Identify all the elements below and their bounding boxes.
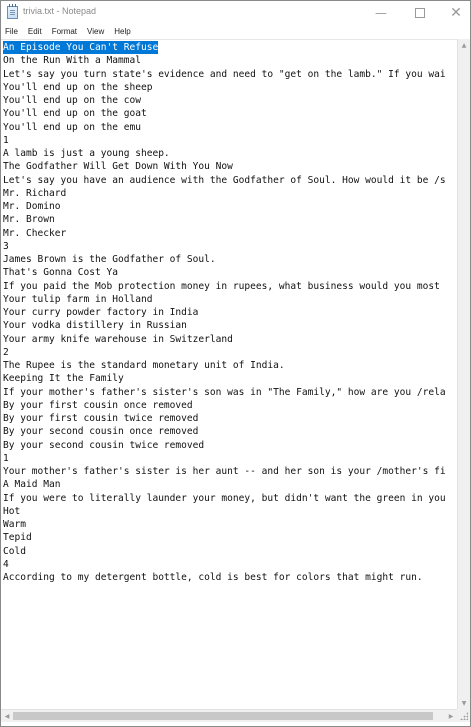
resize-grip-icon[interactable] — [460, 712, 468, 720]
text-line[interactable]: Let's say you turn state's evidence and … — [3, 68, 446, 81]
text-line[interactable]: Tepid — [3, 531, 32, 544]
text-line[interactable]: A lamb is just a young sheep. — [3, 147, 170, 160]
text-editor-area[interactable]: An Episode You Can't Refuse On the Run Wi… — [1, 39, 457, 710]
horizontal-scroll-thumb[interactable] — [13, 712, 433, 720]
text-line[interactable]: Mr. Domino — [3, 200, 60, 213]
text-line[interactable]: 4 — [3, 558, 9, 571]
text-line[interactable]: Your army knife warehouse in Switzerland — [3, 333, 233, 346]
text-line[interactable]: Keeping It the Family — [3, 372, 124, 385]
text-line[interactable]: You'll end up on the goat — [3, 107, 147, 120]
notepad-window: trivia.txt - Notepad — ✕ File Edit Forma… — [0, 0, 471, 727]
text-line[interactable]: By your second cousin twice removed — [3, 439, 204, 452]
notepad-icon[interactable] — [7, 4, 18, 19]
text-line[interactable]: If you were to literally launder your mo… — [3, 492, 446, 505]
close-button[interactable]: ✕ — [438, 1, 471, 25]
text-line[interactable]: You'll end up on the sheep — [3, 81, 152, 94]
text-line[interactable]: Cold — [3, 545, 26, 558]
text-line[interactable]: The Rupee is the standard monetary unit … — [3, 359, 285, 372]
text-line[interactable]: 1 — [3, 452, 9, 465]
menu-file[interactable]: File — [1, 25, 23, 39]
text-line[interactable]: James Brown is the Godfather of Soul. — [3, 253, 216, 266]
text-line[interactable]: According to my detergent bottle, cold i… — [3, 571, 423, 584]
text-line[interactable]: Mr. Checker — [3, 227, 66, 240]
text-line[interactable]: By your second cousin once removed — [3, 425, 198, 438]
text-line[interactable]: You'll end up on the cow — [3, 94, 141, 107]
text-line[interactable]: Your tulip farm in Holland — [3, 293, 152, 306]
text-line[interactable]: 2 — [3, 346, 9, 359]
menu-view[interactable]: View — [82, 25, 109, 39]
maximize-icon — [415, 8, 425, 18]
minimize-icon: — — [375, 6, 387, 20]
text-line[interactable]: A Maid Man — [3, 478, 60, 491]
menu-format[interactable]: Format — [47, 25, 82, 39]
close-icon: ✕ — [450, 5, 462, 21]
text-line[interactable]: Hot — [3, 505, 20, 518]
menu-bar: File Edit Format View Help — [1, 25, 470, 39]
minimize-button[interactable]: — — [363, 1, 399, 25]
scroll-down-arrow-icon[interactable]: ▼ — [458, 697, 470, 709]
scroll-left-arrow-icon[interactable]: ◀ — [1, 710, 13, 722]
text-line[interactable]: Let's say you have an audience with the … — [3, 174, 446, 187]
text-line[interactable]: That's Gonna Cost Ya — [3, 266, 118, 279]
text-line[interactable]: Mr. Brown — [3, 213, 55, 226]
selected-text-line[interactable]: An Episode You Can't Refuse — [3, 41, 159, 54]
text-line[interactable]: If you paid the Mob protection money in … — [3, 280, 440, 293]
horizontal-scrollbar[interactable]: ◀ ▶ — [1, 709, 457, 722]
text-line[interactable]: 3 — [3, 240, 9, 253]
scrollbar-corner — [457, 709, 470, 722]
text-line[interactable]: Your curry powder factory in India — [3, 306, 198, 319]
text-line[interactable]: On the Run With a Mammal — [3, 54, 141, 67]
text-line[interactable]: 1 — [3, 134, 9, 147]
text-line[interactable]: By your first cousin twice removed — [3, 412, 198, 425]
menu-help[interactable]: Help — [109, 25, 135, 39]
menu-edit[interactable]: Edit — [23, 25, 47, 39]
text-line[interactable]: The Godfather Will Get Down With You Now — [3, 160, 233, 173]
title-bar[interactable]: trivia.txt - Notepad — ✕ — [1, 1, 470, 25]
text-line[interactable]: Mr. Richard — [3, 187, 66, 200]
maximize-button[interactable] — [402, 1, 438, 25]
window-title: trivia.txt - Notepad — [23, 6, 97, 16]
text-line[interactable]: By your first cousin once removed — [3, 399, 193, 412]
vertical-scrollbar[interactable]: ▲ ▼ — [457, 39, 470, 709]
text-line[interactable]: Your vodka distillery in Russian — [3, 319, 187, 332]
scroll-right-arrow-icon[interactable]: ▶ — [445, 710, 457, 722]
text-line[interactable]: Your mother's father's sister is her aun… — [3, 465, 446, 478]
text-line[interactable]: If your mother's father's sister's son w… — [3, 386, 446, 399]
scroll-up-arrow-icon[interactable]: ▲ — [458, 39, 470, 51]
text-line[interactable]: Warm — [3, 518, 26, 531]
text-line[interactable]: You'll end up on the emu — [3, 121, 141, 134]
